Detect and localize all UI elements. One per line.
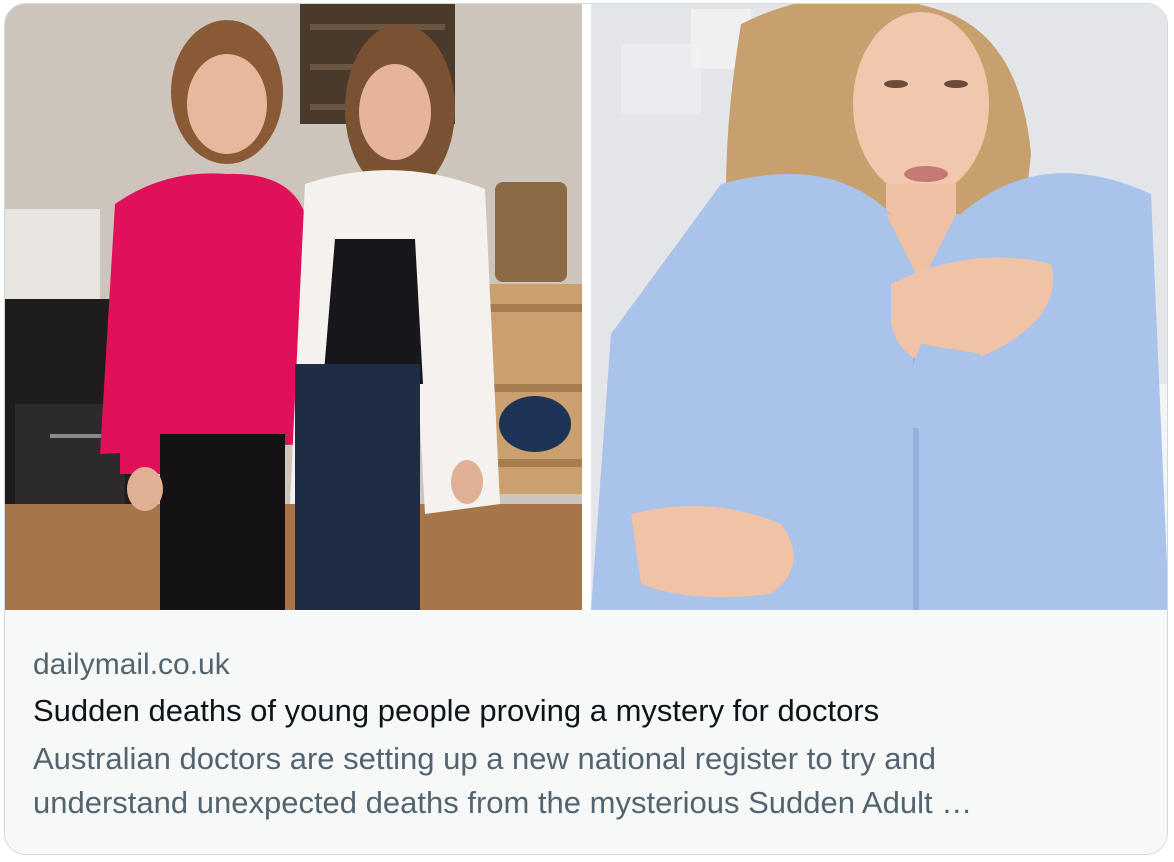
photo-two-women-kitchen	[5, 4, 582, 610]
link-preview-card[interactable]: dailymail.co.uk Sudden deaths of young p…	[4, 3, 1168, 855]
link-title[interactable]: Sudden deaths of young people proving a …	[33, 689, 1137, 733]
photo-two-women-kitchen-illustration	[5, 4, 582, 610]
link-domain[interactable]: dailymail.co.uk	[33, 645, 1137, 685]
link-card-media[interactable]	[5, 4, 1167, 610]
photo-woman-hand-on-chest	[591, 4, 1167, 610]
photo-woman-hand-on-chest-illustration	[591, 4, 1167, 610]
link-card-details[interactable]: dailymail.co.uk Sudden deaths of young p…	[5, 611, 1167, 854]
link-description: Australian doctors are setting up a new …	[33, 741, 973, 820]
